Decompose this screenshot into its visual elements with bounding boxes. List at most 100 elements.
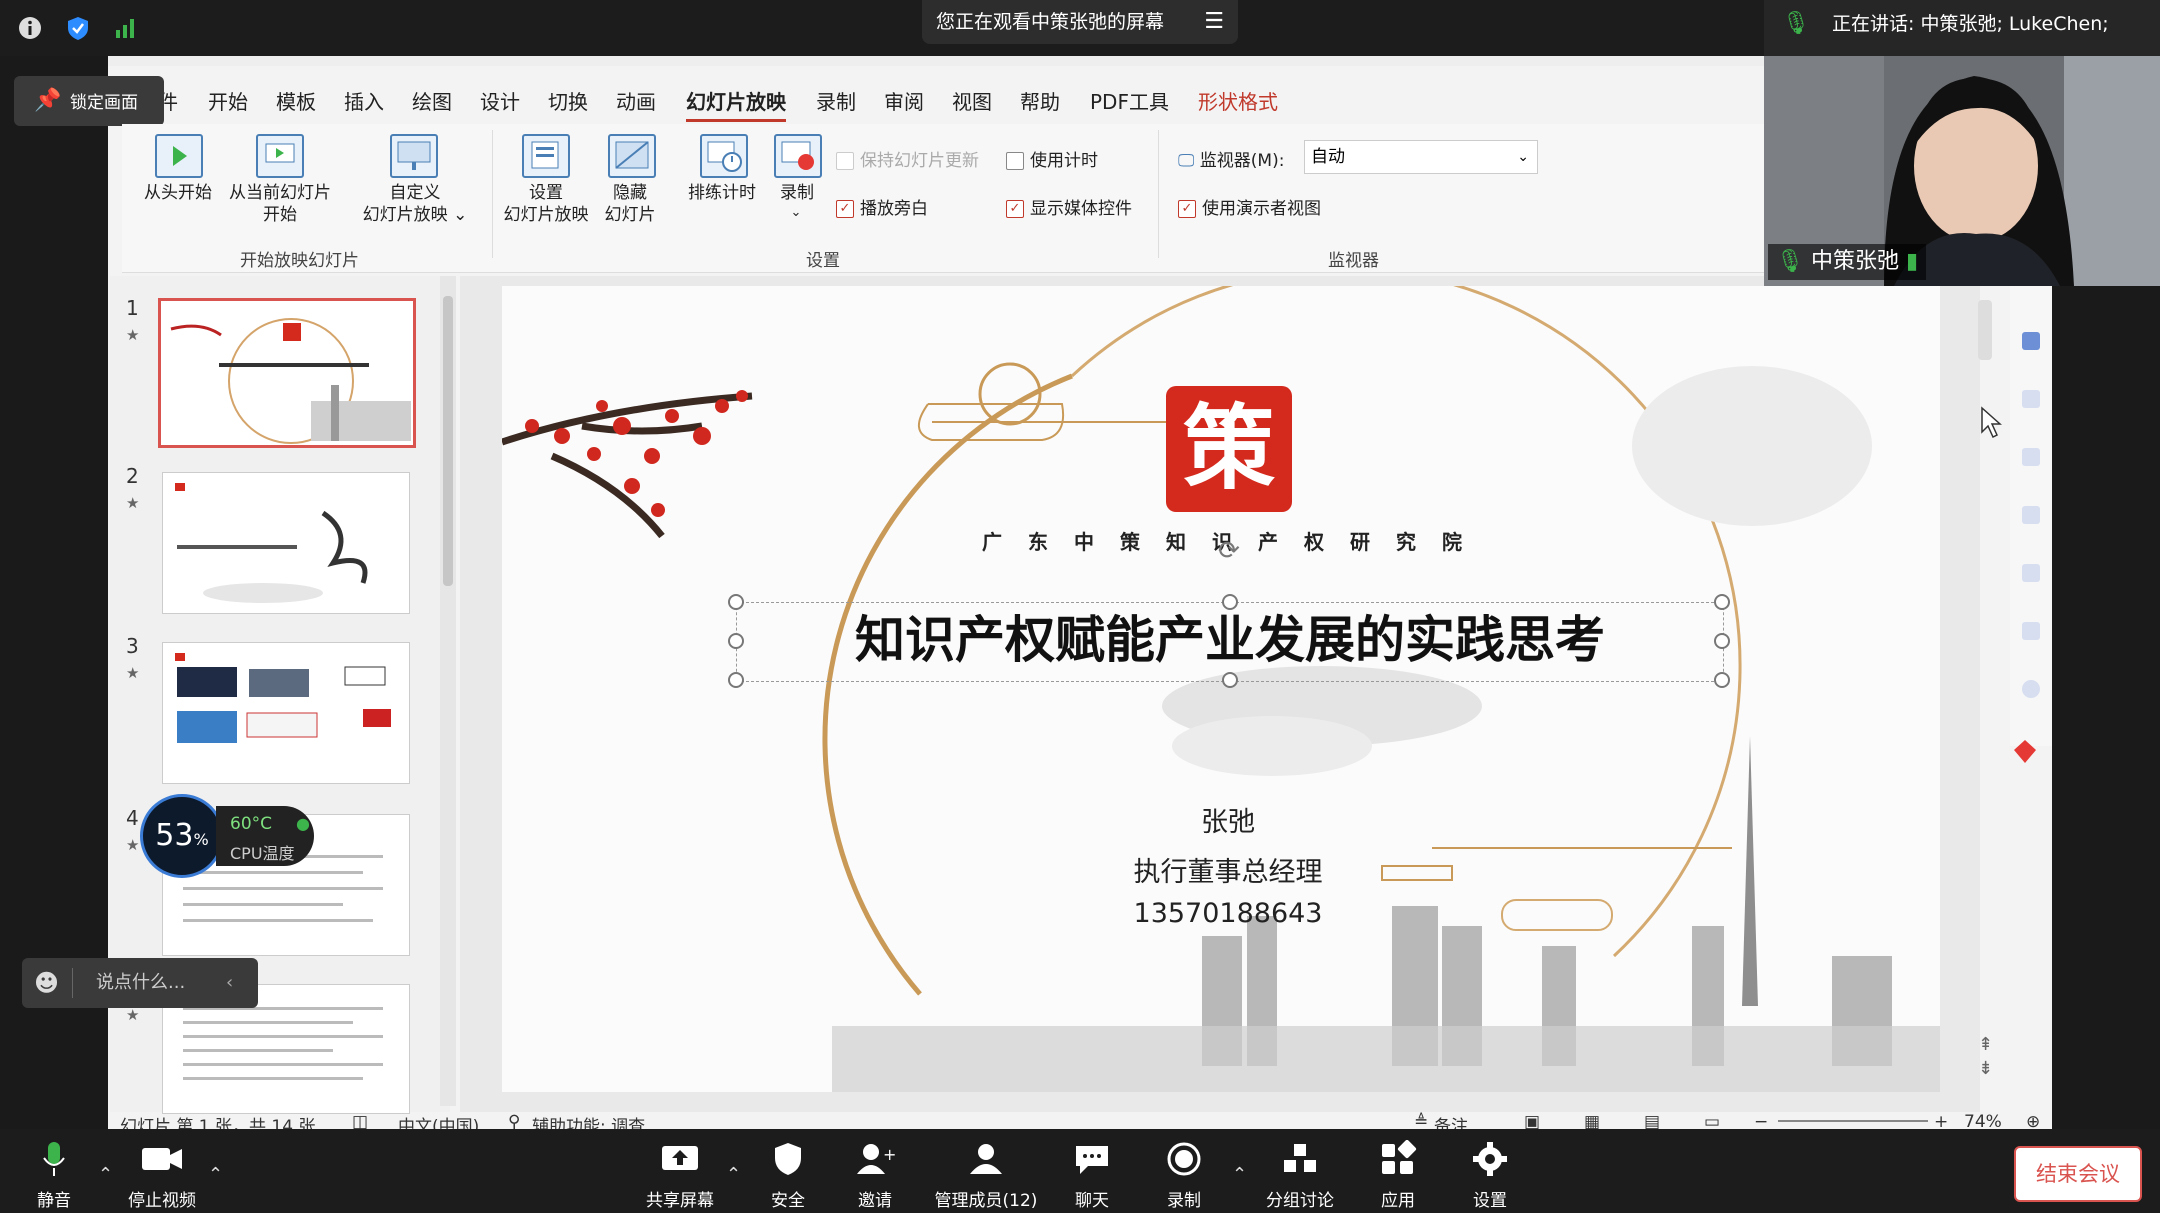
- slide-title[interactable]: 知识产权赋能产业发展的实践思考: [790, 600, 1670, 672]
- tool-icon[interactable]: [2022, 332, 2040, 350]
- tab-help[interactable]: 帮助: [1020, 86, 1060, 115]
- chevron-up-icon[interactable]: ⌃: [726, 1164, 741, 1185]
- chevron-up-icon[interactable]: ⌃: [1232, 1164, 1247, 1185]
- slide-thumbnail-3[interactable]: [162, 642, 410, 784]
- chat-button[interactable]: 聊天: [1060, 1140, 1124, 1211]
- tab-design[interactable]: 设计: [480, 86, 520, 115]
- tab-review[interactable]: 审阅: [884, 86, 924, 115]
- scrollbar-thumb[interactable]: [1978, 300, 1992, 360]
- invite-button[interactable]: + 邀请: [840, 1140, 910, 1211]
- hide-slide-label[interactable]: 隐藏 幻灯片: [598, 182, 662, 226]
- zoom-slider[interactable]: [1778, 1120, 1928, 1122]
- record-button[interactable]: 录制: [1152, 1140, 1216, 1211]
- tab-insert[interactable]: 插入: [344, 86, 384, 115]
- from-start-button[interactable]: 从头开始: [138, 182, 218, 204]
- rehearse-icon[interactable]: [700, 134, 748, 178]
- setup-show-label[interactable]: 设置 幻灯片放映: [492, 182, 600, 226]
- cpu-temperature-widget[interactable]: 53% 60°C ● CPU温度: [140, 794, 316, 878]
- tab-view[interactable]: 视图: [952, 86, 992, 115]
- info-icon[interactable]: [16, 14, 44, 42]
- tab-animations[interactable]: 动画: [616, 86, 656, 115]
- tab-record[interactable]: 录制: [816, 86, 856, 115]
- viewing-banner[interactable]: 您正在观看中策张弛的屏幕 ☰: [922, 0, 1238, 44]
- setup-show-icon[interactable]: [522, 134, 570, 178]
- presenter-role[interactable]: 执行董事总经理: [1028, 850, 1428, 889]
- hide-slide-icon[interactable]: [608, 134, 656, 178]
- presenter-view-checkbox[interactable]: ✓ 使用演示者视图: [1178, 194, 1321, 219]
- tool-icon[interactable]: [2022, 390, 2040, 408]
- speaker-video-tile[interactable]: 🎙 中策张弛 ▮: [1764, 56, 2160, 286]
- checkbox-play-narration[interactable]: ✓: [836, 200, 854, 218]
- share-screen-button[interactable]: 共享屏幕: [640, 1140, 720, 1211]
- rehearse-button[interactable]: 排练计时: [678, 182, 766, 204]
- stop-video-button[interactable]: 停止视频: [122, 1140, 202, 1211]
- menu-icon[interactable]: ☰: [1204, 0, 1224, 44]
- record-show-button[interactable]: 录制: [772, 182, 822, 204]
- tool-icon[interactable]: [2022, 506, 2040, 524]
- scrollbar-thumb[interactable]: [443, 296, 453, 586]
- rotate-handle-icon[interactable]: ⟳: [1214, 536, 1244, 566]
- checkbox-presenter-view[interactable]: ✓: [1178, 200, 1196, 218]
- tab-transitions[interactable]: 切换: [548, 86, 588, 115]
- resize-handle[interactable]: [1714, 633, 1730, 649]
- prev-slide-icon[interactable]: ⇞: [1978, 1034, 1993, 1055]
- presenter-name[interactable]: 张弛: [1028, 800, 1428, 839]
- mute-button[interactable]: 静音: [22, 1140, 86, 1211]
- record-dropdown-icon[interactable]: ⌄: [784, 202, 808, 224]
- chevron-up-icon[interactable]: ⌃: [208, 1164, 223, 1185]
- from-current-label[interactable]: 从当前幻灯片 开始: [220, 182, 340, 226]
- collapse-icon[interactable]: ‹: [226, 958, 233, 1008]
- resize-handle[interactable]: [1222, 672, 1238, 688]
- resize-handle[interactable]: [728, 633, 744, 649]
- tab-pdf-tools[interactable]: PDF工具: [1090, 86, 1169, 115]
- tool-icon[interactable]: [2022, 680, 2040, 698]
- shield-icon[interactable]: [64, 14, 92, 42]
- thumb-2-preview: [175, 483, 368, 603]
- emoji-icon[interactable]: ☻: [34, 958, 59, 1008]
- gift-icon[interactable]: [2010, 736, 2040, 766]
- lock-view-label: 锁定画面: [70, 93, 138, 113]
- monitor-select[interactable]: 自动 ⌄: [1304, 140, 1538, 174]
- lock-view-button[interactable]: 📌 锁定画面: [14, 76, 164, 126]
- checkbox-show-media[interactable]: ✓: [1006, 200, 1024, 218]
- use-timings-checkbox[interactable]: 使用计时: [1006, 146, 1098, 171]
- chevron-down-icon: ⌄: [1517, 149, 1529, 165]
- resize-handle[interactable]: [728, 672, 744, 688]
- security-button[interactable]: 安全: [752, 1140, 824, 1211]
- tab-slideshow[interactable]: 幻灯片放映: [686, 86, 786, 122]
- presenter-phone[interactable]: 13570188643: [1028, 898, 1428, 929]
- from-start-icon[interactable]: [155, 134, 203, 178]
- chevron-up-icon[interactable]: ⌃: [98, 1164, 113, 1185]
- show-media-checkbox[interactable]: ✓ 显示媒体控件: [1006, 194, 1132, 219]
- quick-chat-input[interactable]: ☻ 说点什么... ‹: [22, 958, 258, 1008]
- breakout-rooms-button[interactable]: 分组讨论: [1258, 1140, 1342, 1211]
- tab-templates[interactable]: 模板: [276, 86, 316, 115]
- tool-icon[interactable]: [2022, 564, 2040, 582]
- apps-button[interactable]: 应用: [1366, 1139, 1430, 1211]
- settings-button[interactable]: 设置: [1458, 1140, 1522, 1211]
- from-current-icon[interactable]: [256, 134, 304, 178]
- tool-icon[interactable]: [2022, 448, 2040, 466]
- slide-canvas[interactable]: 策 广 东 中 策 知 识 产 权 研 究 院: [502, 286, 1940, 1092]
- record-show-icon[interactable]: [774, 134, 822, 178]
- chat-placeholder: 说点什么...: [96, 972, 186, 993]
- slide-thumbnail-2[interactable]: [162, 472, 410, 614]
- end-meeting-button[interactable]: 结束会议: [2014, 1146, 2142, 1202]
- signal-icon[interactable]: [112, 14, 140, 42]
- play-narration-checkbox[interactable]: ✓ 播放旁白: [836, 194, 928, 219]
- manage-participants-button[interactable]: 管理成员(12): [926, 1140, 1046, 1211]
- custom-show-icon[interactable]: [390, 134, 438, 178]
- tab-home[interactable]: 开始: [208, 86, 248, 115]
- thumbnail-scrollbar[interactable]: [440, 276, 456, 1106]
- checkbox-use-timings[interactable]: [1006, 152, 1024, 170]
- slide-scrollbar[interactable]: [1976, 290, 1994, 1030]
- tab-shape-format[interactable]: 形状格式: [1198, 86, 1278, 115]
- tool-icon[interactable]: [2022, 622, 2040, 640]
- slide-thumbnail-1[interactable]: [158, 298, 416, 448]
- resize-handle[interactable]: [1714, 594, 1730, 610]
- tab-draw[interactable]: 绘图: [412, 86, 452, 115]
- resize-handle[interactable]: [1714, 672, 1730, 688]
- next-slide-icon[interactable]: ⇟: [1978, 1058, 1993, 1079]
- resize-handle[interactable]: [728, 594, 744, 610]
- custom-show-label[interactable]: 自定义 幻灯片放映 ⌄: [355, 182, 475, 226]
